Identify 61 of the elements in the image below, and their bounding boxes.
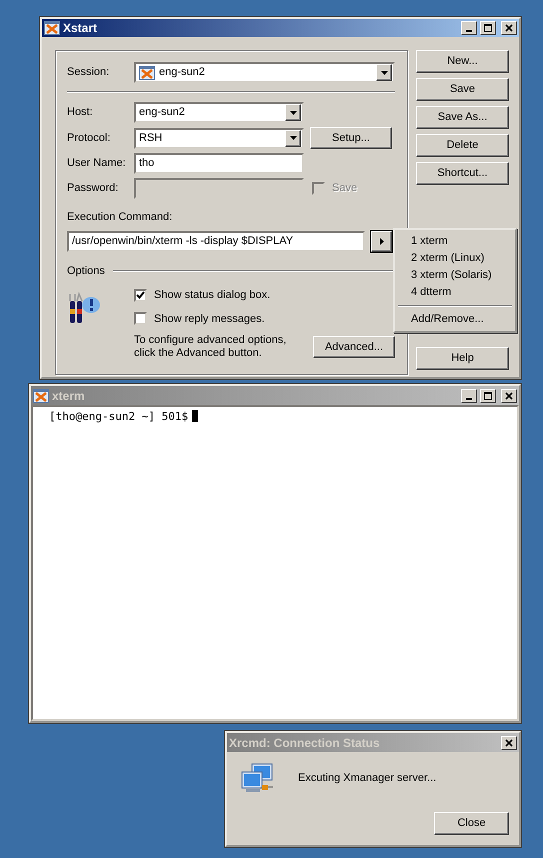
- close-icon: [505, 24, 513, 32]
- caret-down-icon: [290, 136, 296, 140]
- close-button[interactable]: [501, 388, 517, 402]
- caret-down-icon: [380, 70, 388, 74]
- xstart-icon: [44, 20, 60, 36]
- minimize-button[interactable]: [461, 388, 477, 402]
- window-title: Xrcmd: Connection Status: [229, 734, 381, 752]
- menu-item[interactable]: 1 xterm: [397, 233, 513, 250]
- section-label: Options: [67, 264, 105, 278]
- caret-right-icon: [380, 238, 384, 244]
- xterm-icon: [33, 388, 49, 404]
- dialog-button[interactable]: Help: [416, 347, 509, 370]
- command-field[interactable]: /usr/openwin/bin/xterm -ls -display $DISPLAY: [67, 230, 365, 252]
- menu-item[interactable]: 2 xterm (Linux): [397, 250, 513, 267]
- close-icon: [505, 392, 513, 400]
- dropdown-field[interactable]: eng-sun2: [134, 102, 304, 123]
- field-label: Password:: [67, 181, 120, 196]
- close-icon: [505, 738, 513, 746]
- close-dialog-button[interactable]: Close: [434, 812, 509, 835]
- check-icon: [136, 291, 145, 300]
- field-label: Session:: [67, 65, 110, 80]
- menu-item[interactable]: 3 xterm (Solaris): [397, 267, 513, 284]
- command-menu-button[interactable]: [371, 230, 392, 252]
- field-label: Protocol:: [67, 130, 112, 146]
- minimize-button[interactable]: [461, 21, 477, 35]
- status-message: Excuting Xmanager server...: [298, 770, 436, 786]
- advanced-note: To configure advanced options, click the Advanced button.: [134, 334, 286, 360]
- dialog-button[interactable]: Delete: [416, 134, 509, 157]
- option-checkbox[interactable]: [134, 288, 147, 302]
- save-label: Save: [332, 181, 358, 196]
- terminal-line: [tho@eng-sun2 ~] 501$: [49, 410, 188, 423]
- window-title: Xstart: [63, 20, 98, 37]
- minimize-icon: [466, 398, 472, 400]
- menu-item[interactable]: 4 dtterm: [397, 284, 513, 301]
- setup-button[interactable]: Setup...: [310, 127, 392, 149]
- window-title: xterm: [52, 388, 86, 404]
- maximize-button[interactable]: [480, 388, 496, 402]
- minimize-icon: [466, 30, 472, 32]
- field-label: User Name:: [67, 156, 127, 172]
- computers-icon: [240, 762, 274, 794]
- dropdown-field[interactable]: RSH: [134, 128, 304, 148]
- dialog-button[interactable]: New...: [416, 50, 509, 73]
- option-checkbox[interactable]: [134, 312, 147, 326]
- maximize-button[interactable]: [480, 21, 496, 35]
- option-label: Show status dialog box.: [154, 288, 270, 303]
- maximize-icon: [484, 392, 492, 400]
- session-dropdown[interactable]: eng-sun2: [134, 62, 395, 83]
- field-label: Host:: [67, 105, 94, 120]
- caret-down-icon: [290, 110, 296, 114]
- dialog-button[interactable]: Shortcut...: [416, 162, 509, 185]
- text-field[interactable]: tho: [134, 153, 304, 174]
- menu-item[interactable]: Add/Remove...: [397, 311, 513, 328]
- maximize-icon: [484, 24, 492, 32]
- session-icon: [139, 64, 155, 80]
- close-button[interactable]: [501, 736, 517, 750]
- dialog-button[interactable]: Save: [416, 78, 509, 101]
- dialog-button[interactable]: Save As...: [416, 106, 509, 129]
- advanced-button[interactable]: Advanced...: [313, 336, 395, 358]
- field-label: Execution Command:: [67, 210, 174, 225]
- close-button[interactable]: [501, 21, 517, 35]
- option-label: Show reply messages.: [154, 312, 265, 326]
